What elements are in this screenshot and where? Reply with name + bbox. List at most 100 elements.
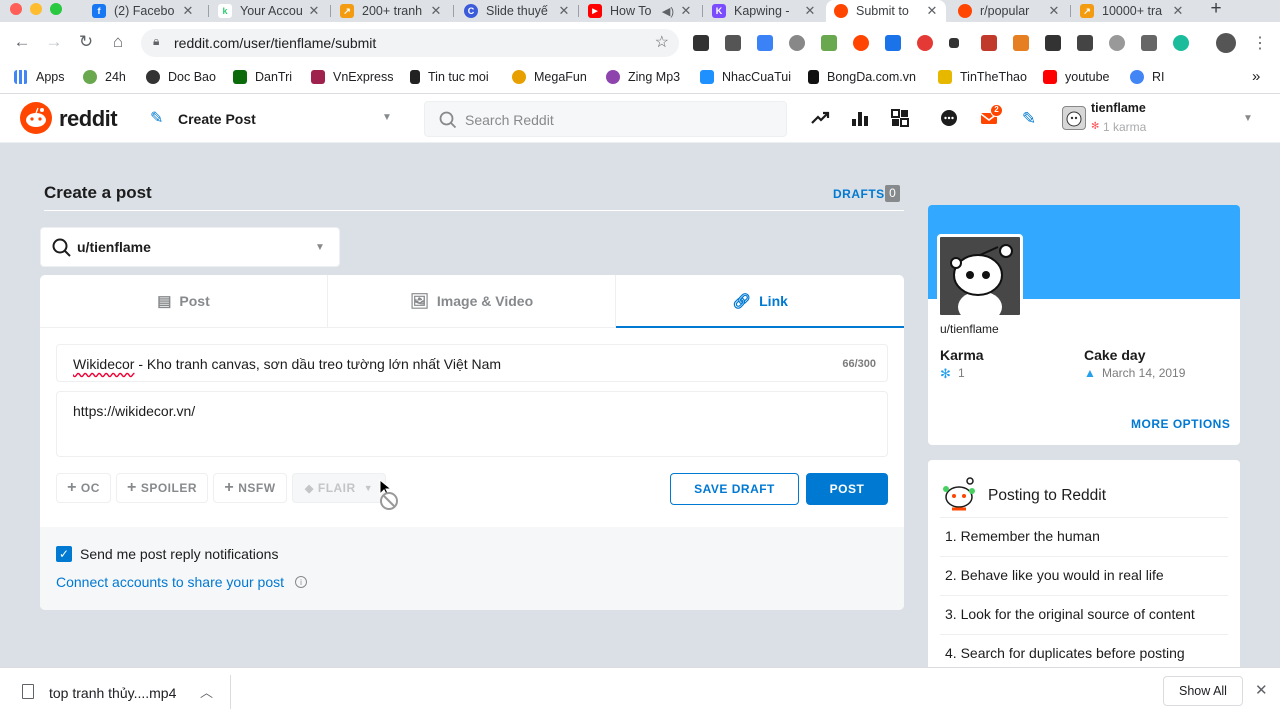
create-post-dropdown[interactable]: Create Post: [178, 111, 256, 127]
extension-icon[interactable]: [757, 35, 773, 51]
bookmark[interactable]: DanTri: [233, 70, 292, 84]
close-tab-icon[interactable]: ✕: [1046, 3, 1062, 19]
extension-icon[interactable]: [853, 35, 869, 51]
bookmark[interactable]: MegaFun: [512, 70, 587, 84]
browser-tab-active[interactable]: Submit to ✕: [826, 0, 946, 22]
leaderboard-icon[interactable]: [849, 108, 871, 130]
create-pencil-icon[interactable]: ✎: [1018, 108, 1040, 130]
chevron-up-icon[interactable]: ︿: [200, 682, 213, 701]
show-all-button[interactable]: Show All: [1163, 676, 1243, 706]
more-options-button[interactable]: MORE OPTIONS: [1131, 417, 1230, 431]
header-username[interactable]: tienflame: [1091, 101, 1146, 115]
maximize-window-icon[interactable]: [50, 3, 62, 15]
close-tab-icon[interactable]: ✕: [180, 3, 196, 19]
browser-tab[interactable]: K Kapwing - ✕: [704, 0, 824, 22]
post-button[interactable]: POST: [806, 473, 888, 505]
bookmark-star-icon[interactable]: ☆: [655, 32, 669, 52]
search-input[interactable]: Search Reddit: [424, 101, 787, 137]
reload-icon[interactable]: ↻: [74, 30, 98, 54]
user-menu-chevron-icon[interactable]: ▼: [1243, 113, 1253, 124]
download-file-name[interactable]: top tranh thủy....mp4: [49, 685, 176, 701]
bookmark[interactable]: 24h: [83, 70, 126, 84]
close-tab-icon[interactable]: ✕: [556, 3, 572, 19]
bookmark[interactable]: Zing Mp3: [606, 70, 680, 84]
chevron-down-icon[interactable]: ▼: [315, 242, 325, 253]
drafts-link[interactable]: DRAFTS: [833, 187, 885, 201]
close-tab-icon[interactable]: ✕: [802, 3, 818, 19]
extension-icon[interactable]: [981, 35, 997, 51]
info-icon[interactable]: i: [295, 576, 307, 588]
community-value[interactable]: u/tienflame: [77, 239, 151, 255]
extension-icon[interactable]: [885, 35, 901, 51]
close-tab-icon[interactable]: ✕: [924, 3, 940, 19]
flair-button[interactable]: ◆ FLAIR ▼: [292, 473, 386, 503]
save-draft-button[interactable]: SAVE DRAFT: [670, 473, 799, 505]
profile-avatar[interactable]: [937, 234, 1023, 318]
extension-icon[interactable]: [1013, 35, 1029, 51]
close-tab-icon[interactable]: ✕: [1170, 3, 1186, 19]
community-selector[interactable]: u/tienflame ▼: [40, 227, 340, 267]
extension-icon[interactable]: [1141, 35, 1157, 51]
chevron-down-icon[interactable]: ▼: [382, 112, 392, 123]
extension-icon[interactable]: [693, 35, 709, 51]
back-icon[interactable]: ←: [10, 30, 34, 54]
trending-icon[interactable]: [809, 108, 831, 130]
tab-link[interactable]: 🔗︎ Link: [616, 275, 904, 328]
close-tab-icon[interactable]: ✕: [306, 3, 322, 19]
reddit-logo-icon[interactable]: [20, 102, 52, 134]
bookmark[interactable]: RI: [1130, 70, 1165, 84]
extension-icon[interactable]: [821, 35, 837, 51]
extension-icon[interactable]: [1077, 35, 1093, 51]
bookmark[interactable]: youtube: [1043, 70, 1109, 84]
extension-icon[interactable]: [917, 35, 933, 51]
post-title-value[interactable]: Wikidecor - Kho tranh canvas, sơn dầu tr…: [73, 356, 501, 372]
reddit-wordmark[interactable]: reddit: [59, 106, 118, 132]
bookmark[interactable]: VnExpress: [311, 70, 393, 84]
bookmark[interactable]: Tin tuc moi: [410, 70, 489, 84]
bookmark[interactable]: TinTheThao: [938, 70, 1027, 84]
bookmark-apps[interactable]: Apps: [14, 70, 65, 84]
bookmark[interactable]: NhacCuaTui: [700, 70, 791, 84]
audio-icon[interactable]: ◀): [662, 5, 674, 18]
extension-icon[interactable]: [789, 35, 805, 51]
tab-post[interactable]: ▤ Post: [40, 275, 327, 328]
address-bar[interactable]: 🔒︎ reddit.com/user/tienflame/submit ☆: [141, 29, 679, 57]
browser-tab[interactable]: C Slide thuyế ✕: [456, 0, 578, 22]
home-icon[interactable]: ⌂: [106, 30, 130, 54]
nsfw-button[interactable]: + NSFW: [213, 473, 287, 503]
browser-tab[interactable]: ↗ 200+ tranh ✕: [332, 0, 450, 22]
bookmark[interactable]: Doc Bao: [146, 70, 216, 84]
extension-icon[interactable]: [949, 38, 959, 48]
oc-button[interactable]: + OC: [56, 473, 111, 503]
close-tab-icon[interactable]: ✕: [678, 3, 694, 19]
extension-icon[interactable]: [1109, 35, 1125, 51]
connect-accounts-link[interactable]: Connect accounts to share your post: [56, 574, 284, 590]
extension-icon[interactable]: [1045, 35, 1061, 51]
browser-menu-icon[interactable]: ⋮: [1252, 33, 1268, 53]
browser-tab[interactable]: k Your Accou ✕: [210, 0, 328, 22]
forward-icon[interactable]: →: [42, 30, 66, 54]
close-tab-icon[interactable]: ✕: [428, 3, 444, 19]
browser-tab[interactable]: f (2) Facebo ✕: [84, 0, 202, 22]
new-tab-button[interactable]: +: [1206, 0, 1226, 20]
tab-image-video[interactable]: 🖼︎ Image & Video: [328, 275, 615, 328]
minimize-window-icon[interactable]: [30, 3, 42, 15]
avatar[interactable]: [1062, 106, 1086, 130]
notify-checkbox[interactable]: ✓: [56, 546, 72, 562]
lock-icon[interactable]: 🔒︎: [153, 34, 159, 49]
spoiler-button[interactable]: + SPOILER: [116, 473, 208, 503]
profile-avatar-icon[interactable]: [1216, 33, 1236, 53]
close-window-icon[interactable]: [10, 3, 22, 15]
browser-tab[interactable]: r/popular ✕: [950, 0, 1068, 22]
url-input[interactable]: https://wikidecor.vn/: [56, 391, 888, 457]
url-text[interactable]: reddit.com/user/tienflame/submit: [174, 35, 376, 51]
browser-tab[interactable]: ↗ 10000+ tra ✕: [1072, 0, 1192, 22]
extension-icon[interactable]: [725, 35, 741, 51]
close-icon[interactable]: ✕: [1255, 681, 1268, 699]
post-title-input[interactable]: Wikidecor - Kho tranh canvas, sơn dầu tr…: [56, 344, 888, 382]
bookmark[interactable]: BongDa.com.vn: [808, 70, 916, 84]
extension-icon[interactable]: [1173, 35, 1189, 51]
url-value[interactable]: https://wikidecor.vn/: [73, 403, 195, 419]
browser-tab[interactable]: ▶ How To ◀) ✕: [580, 0, 700, 22]
notify-label[interactable]: Send me post reply notifications: [80, 546, 278, 562]
